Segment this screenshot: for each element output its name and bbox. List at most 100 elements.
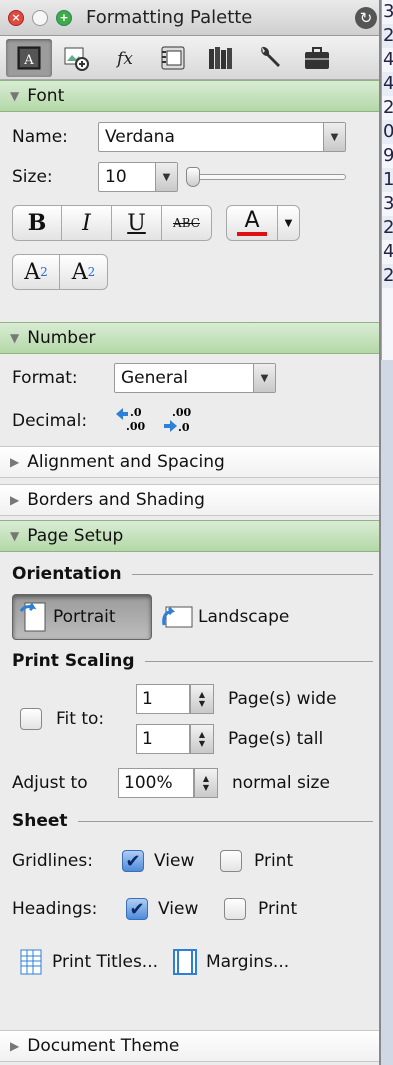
landscape-button[interactable]: Landscape: [160, 594, 289, 640]
gridlines-view-checkbox[interactable]: ✔: [122, 850, 144, 872]
section-title: Page Setup: [27, 526, 124, 546]
pages-wide-stepper[interactable]: ▲ ▼: [190, 684, 214, 714]
checkmark-icon: ✔: [125, 850, 141, 872]
zoom-icon[interactable]: +: [56, 9, 72, 26]
sheet-heading: Sheet: [12, 811, 68, 831]
portrait-icon: [19, 602, 46, 632]
close-icon[interactable]: ×: [8, 9, 24, 26]
briefcase-icon: [305, 46, 329, 69]
cell: 01: [382, 120, 393, 144]
chevron-down-icon: ▼: [323, 123, 345, 151]
font-section: Name: Verdana ▼ Size: 10 ▼ B I U ABC A ▼…: [0, 112, 379, 322]
italic-button[interactable]: I: [62, 205, 112, 241]
pages-tall-stepper[interactable]: ▲ ▼: [190, 724, 214, 754]
headings-view-label: View: [158, 899, 199, 919]
fit-to-checkbox[interactable]: [20, 708, 42, 730]
bold-button[interactable]: B: [12, 205, 62, 241]
page-setup-section-header[interactable]: ▼ Page Setup: [0, 520, 379, 552]
chevron-down-icon: ▼: [253, 364, 275, 392]
underline-button[interactable]: U: [112, 205, 162, 241]
cell: 4: [382, 72, 393, 96]
project-palette-tab[interactable]: [294, 39, 340, 77]
font-size-select[interactable]: 10 ▼: [98, 162, 178, 192]
slider-thumb[interactable]: [186, 167, 200, 187]
adjust-to-stepper[interactable]: ▲ ▼: [194, 768, 218, 798]
adjust-to-field[interactable]: 100%: [118, 768, 194, 798]
increase-decimal-icon: .0.00: [116, 406, 145, 433]
section-title: Number: [27, 328, 96, 348]
object-palette-tab[interactable]: [54, 39, 100, 77]
landscape-label: Landscape: [198, 607, 290, 627]
gridlines-label: Gridlines:: [12, 851, 93, 871]
books-icon: [209, 46, 232, 69]
print-scaling-heading: Print Scaling: [12, 651, 135, 671]
strikethrough-button[interactable]: ABC: [162, 205, 212, 241]
superscript-letter: A: [24, 259, 41, 285]
number-format-select[interactable]: General ▼: [114, 363, 276, 393]
subscript-button[interactable]: A2: [60, 254, 108, 290]
superscript-button[interactable]: A2: [12, 254, 60, 290]
wrench-icon: [261, 46, 280, 67]
checkmark-icon: ✔: [129, 898, 145, 920]
toolbox-tabs: A fx: [0, 36, 379, 80]
svg-text:A: A: [23, 53, 34, 68]
headings-view-checkbox[interactable]: ✔: [126, 898, 148, 920]
pages-wide-label: Page(s) wide: [228, 689, 337, 709]
compatibility-tab[interactable]: [246, 39, 292, 77]
font-color-dropdown[interactable]: ▼: [278, 205, 300, 241]
print-titles-icon: [20, 949, 42, 975]
font-color-letter: A: [244, 208, 260, 233]
number-section-header[interactable]: ▼ Number: [0, 322, 379, 354]
adjust-to-label: Adjust to: [12, 773, 88, 793]
pages-wide-field[interactable]: 1: [136, 684, 190, 714]
alignment-section-header[interactable]: ▶ Alignment and Spacing: [0, 446, 379, 478]
decrease-decimal-button[interactable]: .00.0: [160, 404, 200, 438]
formula-icon: fx: [115, 49, 133, 69]
margins-icon: [173, 949, 198, 975]
cell: 29: [383, 97, 393, 118]
gridlines-print-label: Print: [254, 851, 294, 871]
gridlines-print-checkbox[interactable]: [220, 850, 242, 872]
font-size-slider[interactable]: [186, 167, 346, 187]
font-name-value: Verdana: [105, 127, 175, 147]
formatting-palette-tab[interactable]: A: [6, 38, 52, 77]
section-title: Font: [27, 86, 65, 106]
font-color-group: A ▼: [226, 205, 300, 241]
name-label: Name:: [12, 127, 68, 147]
font-section-header[interactable]: ▼ Font: [0, 80, 379, 112]
cell: 25: [382, 216, 393, 240]
cell: 44: [383, 49, 393, 70]
decrease-decimal-icon: .00.0: [164, 406, 191, 434]
pages-tall-field[interactable]: 1: [136, 724, 190, 754]
cell: 13: [382, 168, 393, 192]
number-section: Format: General ▼ Decimal: .0.00 .00.0: [0, 354, 379, 446]
svg-text:fx: fx: [115, 49, 133, 69]
normal-size-label: normal size: [232, 773, 330, 793]
cell: 9: [383, 145, 393, 166]
reference-tools-tab[interactable]: [198, 39, 244, 77]
section-title: Alignment and Spacing: [27, 452, 225, 472]
minimize-icon[interactable]: [32, 9, 48, 26]
cell: 3: [383, 1, 393, 22]
document-theme-section-header[interactable]: ▶ Document Theme: [0, 1030, 379, 1062]
collapsed-triangle-icon: ▶: [10, 493, 20, 507]
headings-print-checkbox[interactable]: [224, 898, 246, 920]
headings-label: Headings:: [12, 899, 98, 919]
scrapbook-tab[interactable]: [150, 39, 196, 77]
borders-section-header[interactable]: ▶ Borders and Shading: [0, 484, 379, 516]
print-titles-button[interactable]: Print Titles...: [18, 948, 158, 976]
format-value: General: [121, 368, 188, 388]
formula-builder-tab[interactable]: fx: [102, 39, 148, 77]
margins-button[interactable]: Margins...: [172, 948, 289, 976]
script-group: A2 A2: [12, 254, 108, 290]
font-color-button[interactable]: A: [226, 205, 278, 241]
refresh-icon[interactable]: ↻: [355, 7, 377, 29]
margins-label: Margins...: [206, 952, 290, 972]
portrait-button[interactable]: Portrait: [12, 594, 152, 640]
fit-to-label: Fit to:: [56, 709, 105, 729]
font-color-swatch: [237, 232, 267, 236]
section-title: Document Theme: [27, 1036, 180, 1056]
expanded-triangle-icon: ▼: [10, 529, 20, 543]
increase-decimal-button[interactable]: .0.00: [114, 404, 154, 438]
font-name-select[interactable]: Verdana ▼: [98, 122, 346, 152]
